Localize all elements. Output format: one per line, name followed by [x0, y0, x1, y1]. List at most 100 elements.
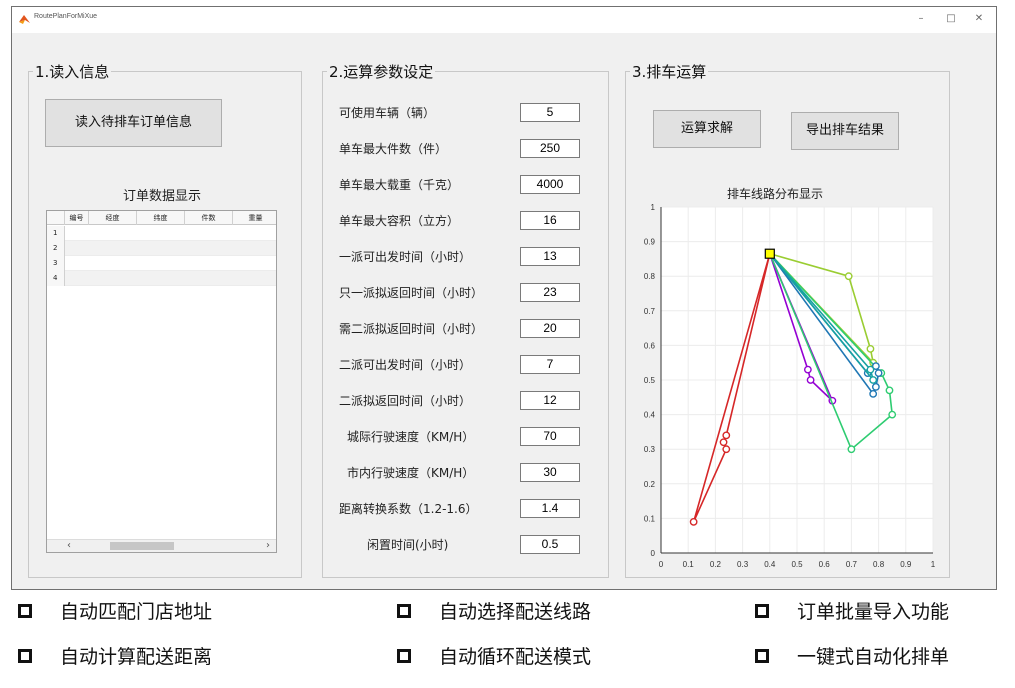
- minimize-button[interactable]: –: [907, 10, 935, 28]
- param-input[interactable]: 5: [520, 103, 580, 122]
- y-tick-label: 0.3: [644, 445, 656, 454]
- row-number: 3: [47, 256, 65, 271]
- param-input[interactable]: 0.5: [520, 535, 580, 554]
- route-point: [722, 445, 731, 454]
- y-tick-label: 0.6: [644, 341, 656, 350]
- param-label: 市内行驶速度（KM/H）: [347, 466, 475, 480]
- x-tick-label: 0.7: [846, 560, 858, 569]
- title-bar: RoutePlanForMiXue – □ ✕: [12, 7, 996, 33]
- close-button[interactable]: ✕: [965, 10, 993, 28]
- x-tick-label: 0.3: [737, 560, 749, 569]
- param-input[interactable]: 4000: [520, 175, 580, 194]
- param-label: 单车最大件数（件）: [339, 142, 448, 156]
- column-header[interactable]: 纬度: [137, 211, 185, 225]
- app-window: RoutePlanForMiXue – □ ✕ 1.读入信息 读入待排车订单信息…: [11, 6, 997, 590]
- param-input[interactable]: 250: [520, 139, 580, 158]
- param-label: 可使用车辆（辆）: [339, 106, 436, 120]
- param-label: 距离转换系数（1.2-1.6）: [339, 502, 478, 516]
- route-point: [844, 272, 853, 281]
- param-input[interactable]: 30: [520, 463, 580, 482]
- table-title: 订单数据显示: [123, 189, 202, 204]
- y-tick-label: 0.8: [644, 272, 656, 281]
- table-header: 编号 经度 纬度 件数 重量: [47, 211, 276, 225]
- y-tick-label: 0.7: [644, 307, 656, 316]
- checkbox-icon: [755, 649, 769, 663]
- x-tick-label: 0.5: [791, 560, 803, 569]
- panel-read-info-title: 1.读入信息: [33, 61, 112, 82]
- checkbox-icon: [397, 649, 411, 663]
- y-tick-label: 0.1: [644, 514, 656, 523]
- param-input[interactable]: 20: [520, 319, 580, 338]
- checkbox-icon: [397, 604, 411, 618]
- panel-dispatch-title: 3.排车运算: [630, 61, 709, 82]
- route-point: [869, 376, 878, 384]
- y-tick-label: 0.9: [644, 238, 656, 247]
- checkbox-icon: [18, 604, 32, 618]
- x-tick-label: 0.2: [710, 560, 722, 569]
- column-header[interactable]: 编号: [65, 211, 89, 225]
- table-row[interactable]: 3: [47, 256, 276, 271]
- y-tick-label: 0.5: [644, 376, 656, 385]
- y-tick-label: 0: [651, 549, 656, 558]
- horizontal-scrollbar[interactable]: ‹ ›: [47, 539, 276, 552]
- x-tick-label: 0.9: [900, 560, 912, 569]
- depot-marker: [764, 248, 775, 259]
- column-header[interactable]: 件数: [185, 211, 233, 225]
- y-tick-label: 0.2: [644, 480, 656, 489]
- route-point: [874, 369, 883, 377]
- param-input[interactable]: 1.4: [520, 499, 580, 518]
- param-input[interactable]: 12: [520, 391, 580, 410]
- param-input[interactable]: 70: [520, 427, 580, 446]
- x-tick-label: 0.8: [873, 560, 885, 569]
- param-label: 单车最大容积（立方）: [339, 214, 460, 228]
- route-point: [871, 383, 880, 391]
- page: RoutePlanForMiXue – □ ✕ 1.读入信息 读入待排车订单信息…: [0, 0, 1015, 688]
- route-point: [722, 431, 731, 440]
- param-label: 城际行驶速度（KM/H）: [347, 430, 475, 444]
- feature-item: 自动计算配送距离: [60, 646, 213, 668]
- feature-item: 自动选择配送线路: [439, 601, 592, 623]
- x-tick-label: 0: [659, 560, 664, 569]
- row-number: 2: [47, 241, 65, 256]
- column-header[interactable]: 重量: [233, 211, 276, 225]
- route-point: [869, 389, 878, 398]
- table-row[interactable]: 4: [47, 271, 276, 286]
- feature-item: 自动循环配送模式: [439, 646, 592, 668]
- y-tick-label: 1: [651, 203, 656, 212]
- param-label: 单车最大载重（千克）: [339, 178, 460, 192]
- checkbox-icon: [755, 604, 769, 618]
- route-point: [847, 445, 856, 454]
- route-point: [885, 386, 894, 395]
- param-label: 二派拟返回时间（小时）: [339, 394, 472, 408]
- param-input[interactable]: 7: [520, 355, 580, 374]
- route-point: [866, 365, 875, 374]
- route-point: [689, 517, 698, 526]
- route-point: [866, 344, 875, 353]
- route-chart: 0 0.1 0.2 0.3 0.4 0.5 0.6 0.7 0.8 0.9 1 0 0.1 0.2 0.3 0…: [644, 203, 936, 569]
- scroll-right-icon[interactable]: ›: [266, 540, 270, 552]
- column-header[interactable]: 经度: [89, 211, 137, 225]
- param-label: 只一派拟返回时间（小时）: [339, 286, 484, 300]
- panel-params-title: 2.运算参数设定: [327, 61, 436, 82]
- solve-button[interactable]: 运算求解: [653, 110, 761, 148]
- read-orders-button[interactable]: 读入待排车订单信息: [45, 99, 222, 147]
- scroll-thumb[interactable]: [110, 542, 174, 550]
- route-point: [806, 376, 815, 384]
- table-row[interactable]: 2: [47, 241, 276, 256]
- param-label: 一派可出发时间（小时）: [339, 250, 472, 264]
- x-tick-label: 1: [931, 560, 936, 569]
- feature-item: 自动匹配门店地址: [60, 601, 213, 623]
- table-corner: [47, 211, 65, 225]
- x-tick-label: 0.1: [683, 560, 695, 569]
- scroll-left-icon[interactable]: ‹: [67, 540, 71, 552]
- table-row[interactable]: 1: [47, 226, 276, 241]
- export-results-button[interactable]: 导出排车结果: [791, 112, 899, 150]
- row-number: 4: [47, 271, 65, 286]
- param-input[interactable]: 23: [520, 283, 580, 302]
- param-input[interactable]: 13: [520, 247, 580, 266]
- maximize-button[interactable]: □: [937, 10, 965, 28]
- param-label: 需二派拟返回时间（小时）: [339, 322, 484, 336]
- param-input[interactable]: 16: [520, 211, 580, 230]
- order-table[interactable]: 编号 经度 纬度 件数 重量 1 2 3 4 ‹ ›: [46, 210, 277, 553]
- checkbox-icon: [18, 649, 32, 663]
